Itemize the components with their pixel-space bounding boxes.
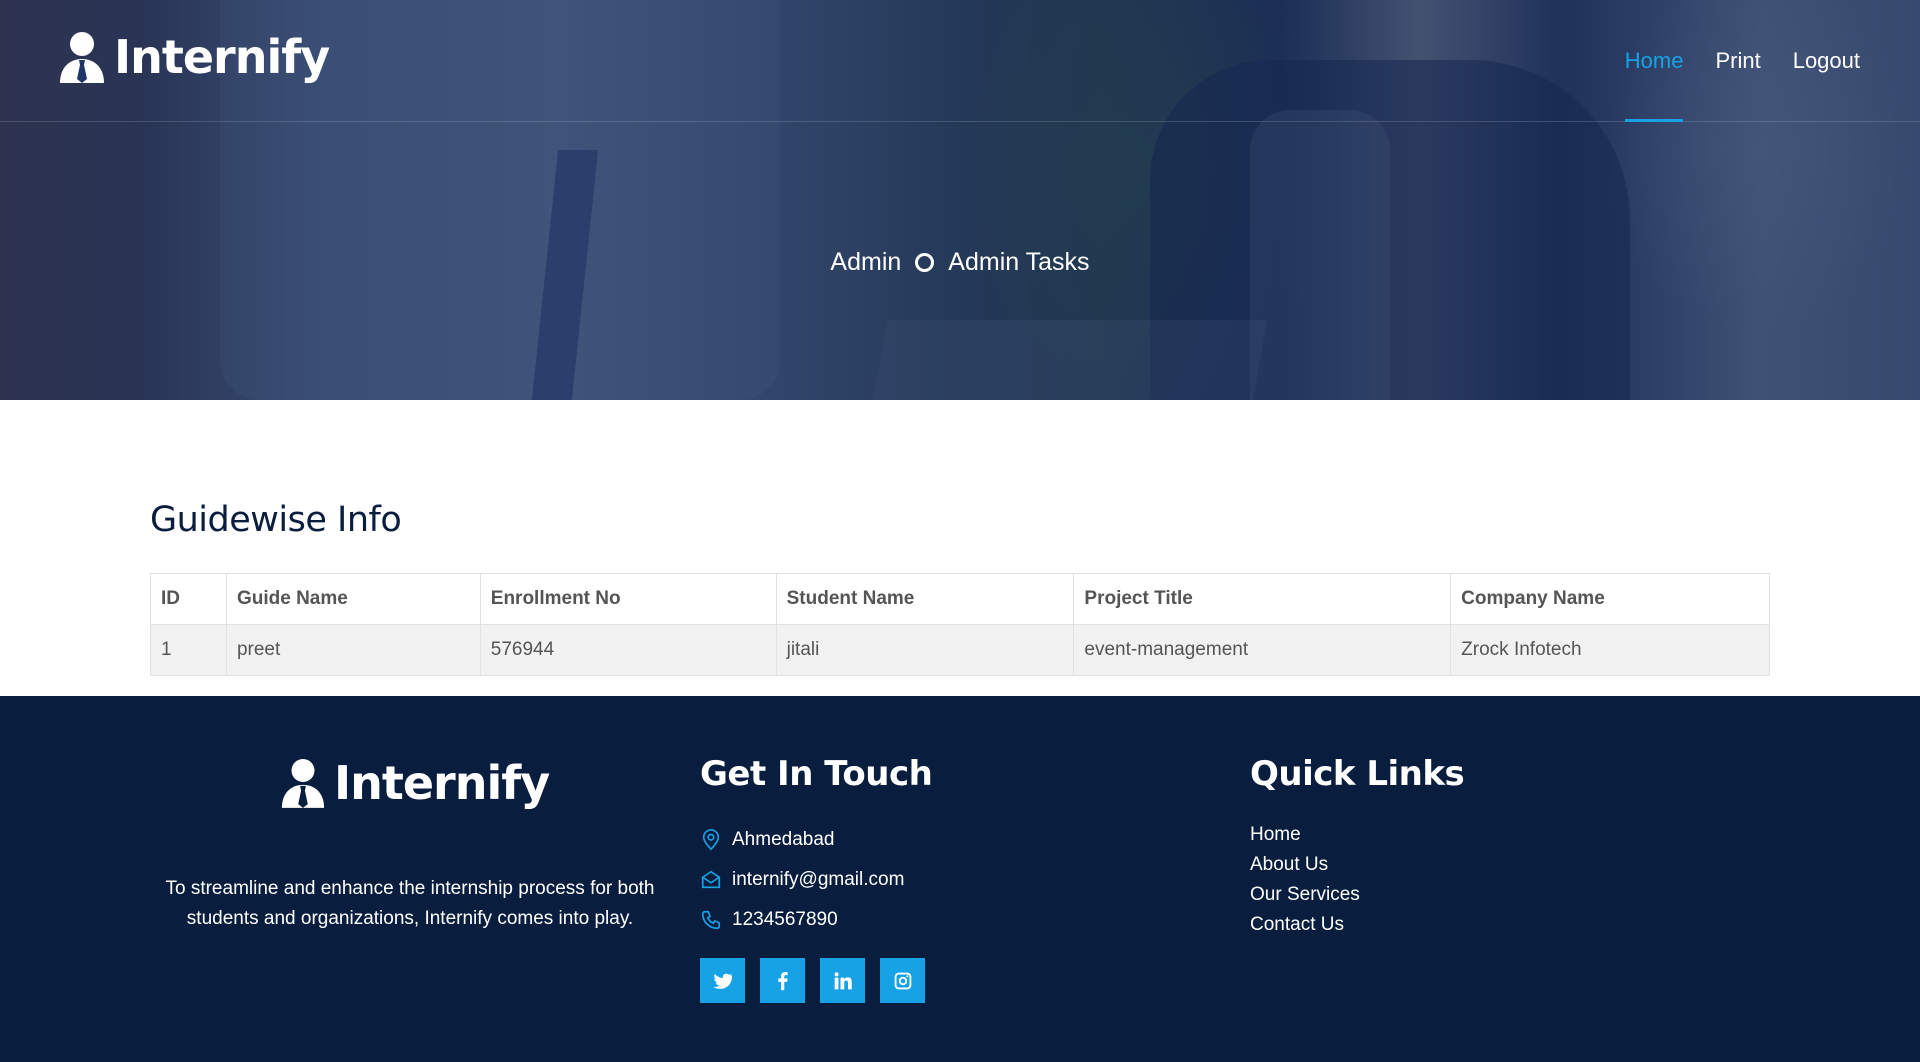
brand-name: Internify bbox=[114, 30, 330, 84]
breadcrumb-admin[interactable]: Admin bbox=[830, 248, 901, 277]
social-links bbox=[700, 958, 940, 1003]
breadcrumb-admin-tasks[interactable]: Admin Tasks bbox=[948, 248, 1089, 277]
contact-phone-text[interactable]: 1234567890 bbox=[732, 909, 838, 931]
hero-banner: Internify Home Print Logout Admin Admin … bbox=[0, 0, 1920, 400]
table-cell: 576944 bbox=[479, 624, 777, 676]
twitter-icon bbox=[712, 973, 732, 989]
table-header-row: ID Guide Name Enrollment No Student Name… bbox=[150, 573, 1770, 625]
linkedin-button[interactable] bbox=[820, 958, 865, 1003]
twitter-button[interactable] bbox=[700, 958, 745, 1003]
quick-link-contact[interactable]: Contact Us bbox=[1250, 910, 1360, 940]
envelope-icon bbox=[701, 870, 721, 889]
contact-phone: 1234567890 bbox=[700, 900, 904, 940]
footer-about-text: To streamline and enhance the internship… bbox=[165, 878, 655, 929]
quick-links-title: Quick Links bbox=[1250, 754, 1465, 794]
footer-brand-logo[interactable]: Internify bbox=[280, 756, 550, 810]
nav-home[interactable]: Home bbox=[1624, 0, 1683, 122]
main-content: Guidewise Info ID Guide Name Enrollment … bbox=[0, 400, 1920, 696]
nav-print[interactable]: Print bbox=[1715, 0, 1760, 122]
table-cell: jitali bbox=[775, 624, 1075, 676]
map-pin-icon bbox=[702, 829, 720, 851]
column-header: Enrollment No bbox=[479, 573, 777, 625]
breadcrumb: Admin Admin Tasks bbox=[0, 248, 1920, 277]
phone-icon bbox=[701, 910, 721, 930]
user-tie-icon bbox=[281, 759, 325, 808]
table-cell: Zrock Infotech bbox=[1450, 624, 1770, 676]
quick-link-services[interactable]: Our Services bbox=[1250, 880, 1360, 910]
instagram-button[interactable] bbox=[880, 958, 925, 1003]
contact-location-text: Ahmedabad bbox=[732, 829, 835, 850]
contact-location: Ahmedabad bbox=[700, 820, 904, 860]
table-cell: preet bbox=[225, 624, 481, 676]
contact-email-text[interactable]: internify@gmail.com bbox=[732, 869, 904, 891]
guidewise-table: ID Guide Name Enrollment No Student Name… bbox=[150, 573, 1770, 676]
quick-link-home[interactable]: Home bbox=[1250, 820, 1360, 850]
user-tie-icon bbox=[60, 32, 104, 83]
contact-title: Get In Touch bbox=[700, 754, 933, 794]
table-cell: event-management bbox=[1073, 624, 1452, 676]
column-header: Guide Name bbox=[225, 573, 481, 625]
quick-link-about[interactable]: About Us bbox=[1250, 850, 1360, 880]
brand-logo[interactable]: Internify bbox=[58, 30, 330, 84]
navbar: Internify Home Print Logout bbox=[0, 0, 1920, 122]
circle-separator-icon bbox=[915, 253, 935, 272]
column-header: Company Name bbox=[1450, 573, 1770, 625]
column-header: Project Title bbox=[1073, 573, 1452, 625]
table-cell: 1 bbox=[150, 624, 227, 676]
page-title: Guidewise Info bbox=[150, 500, 402, 540]
instagram-icon bbox=[894, 972, 911, 989]
contact-email: internify@gmail.com bbox=[700, 860, 904, 900]
nav-logout[interactable]: Logout bbox=[1793, 0, 1860, 122]
facebook-icon bbox=[777, 971, 788, 990]
table-row: 1 preet 576944 jitali event-management Z… bbox=[150, 624, 1770, 676]
column-header: Student Name bbox=[775, 573, 1075, 625]
column-header: ID bbox=[150, 573, 227, 625]
contact-list: Ahmedabad internify@gmail.com 1234567890 bbox=[700, 820, 904, 940]
footer: Internify To streamline and enhance the … bbox=[0, 696, 1920, 1062]
facebook-button[interactable] bbox=[760, 958, 805, 1003]
footer-brand-name: Internify bbox=[334, 756, 550, 810]
quick-links: Home About Us Our Services Contact Us bbox=[1250, 820, 1360, 940]
linkedin-icon bbox=[834, 971, 852, 989]
nav-menu: Home Print Logout bbox=[1593, 0, 1860, 122]
